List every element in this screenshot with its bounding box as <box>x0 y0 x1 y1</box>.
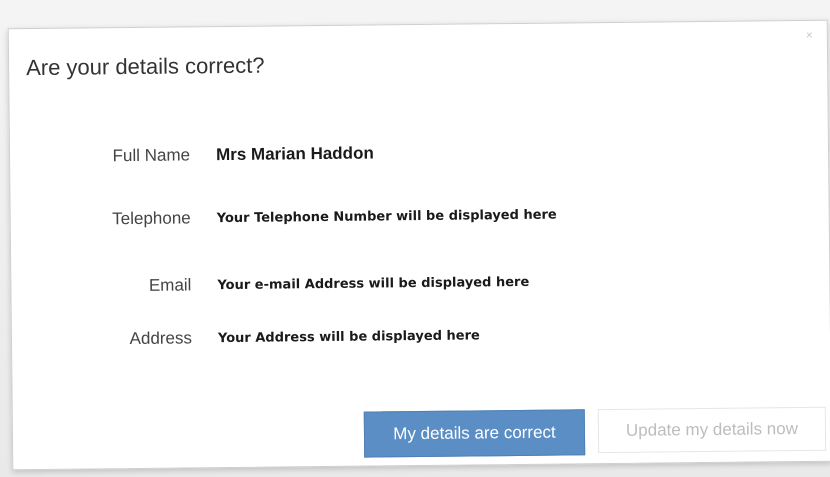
telephone-value: Your Telephone Number will be displayed … <box>216 207 557 226</box>
email-label: Email <box>148 275 192 295</box>
details-confirmation-dialog: × Are your details correct? Full Name Mr… <box>7 19 830 471</box>
dialog-title: Are your details correct? <box>25 52 265 81</box>
update-details-button[interactable]: Update my details now <box>597 406 827 454</box>
address-label: Address <box>129 328 193 349</box>
close-icon[interactable]: × <box>806 28 813 42</box>
confirm-details-button[interactable]: My details are correct <box>363 409 586 458</box>
telephone-label: Telephone <box>112 208 191 229</box>
field-row-email: Email Your e-mail Address will be displa… <box>11 265 711 302</box>
field-row-telephone: Telephone Your Telephone Number will be … <box>11 198 711 235</box>
field-row-address: Address Your Address will be displayed h… <box>12 318 712 355</box>
full-name-value: Mrs Marian Haddon <box>215 143 374 165</box>
full-name-label: Full Name <box>112 145 191 166</box>
field-row-full-name: Full Name Mrs Marian Haddon <box>10 135 710 172</box>
email-value: Your e-mail Address will be displayed he… <box>217 274 530 293</box>
address-value: Your Address will be displayed here <box>217 327 480 346</box>
